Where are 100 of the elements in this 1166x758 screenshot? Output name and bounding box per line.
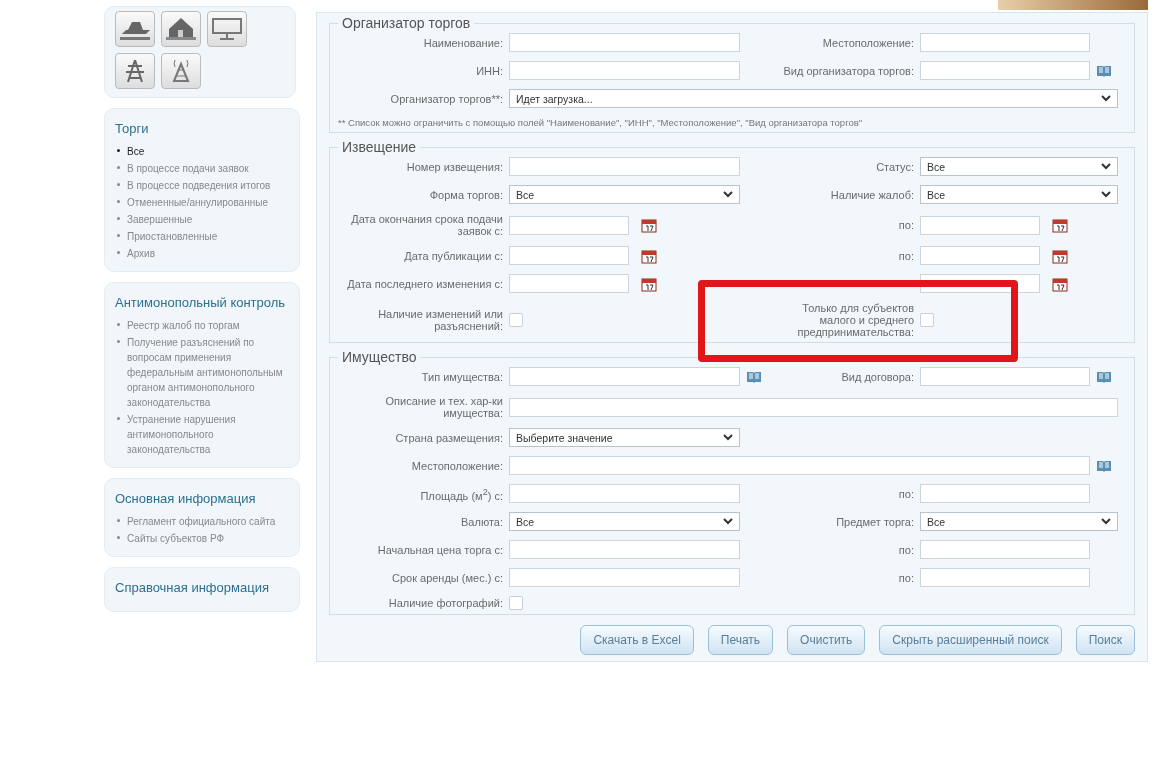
dropdown[interactable]: Все: [920, 157, 1118, 176]
dropdown[interactable]: Выберите значение: [509, 428, 740, 447]
section-heading: Основная информация: [115, 491, 257, 506]
sidebar-link[interactable]: Реестр жалоб по торгам: [127, 318, 289, 333]
field-label: по:: [897, 249, 914, 262]
chevron-down-icon: [723, 518, 733, 525]
sidebar-link[interactable]: Все: [127, 144, 289, 159]
sidebar-link[interactable]: Сайты субъектов РФ: [127, 531, 289, 546]
field-label: Предмет торга:: [835, 515, 914, 528]
dropdown[interactable]: Все: [920, 185, 1118, 204]
date-field[interactable]: [509, 274, 629, 293]
text-field[interactable]: [920, 61, 1090, 80]
dropdown-value: Идет загрузка...: [516, 92, 593, 105]
form-button[interactable]: Печать: [707, 625, 774, 655]
date-field[interactable]: [509, 246, 629, 265]
bullet-icon: [117, 149, 120, 152]
sidebar-link[interactable]: Устранение нарушения антимонопольного законодательства: [127, 412, 289, 457]
category-button[interactable]: [115, 11, 155, 47]
sidebar-link[interactable]: Приостановленные: [127, 229, 289, 244]
checkbox[interactable]: [509, 596, 523, 610]
calendar-icon[interactable]: [641, 247, 657, 264]
form-button[interactable]: Очистить: [787, 625, 866, 655]
dropdown-value: Все: [516, 188, 535, 201]
form-button[interactable]: Скрыть расширенный поиск: [879, 625, 1062, 655]
dropdown[interactable]: Все: [509, 512, 740, 531]
chevron-down-icon: [723, 434, 733, 441]
text-field[interactable]: [509, 61, 740, 80]
bullet-icon: [117, 166, 120, 169]
sidebar-link[interactable]: Отмененные/аннулированные: [127, 195, 289, 210]
bullet-icon: [117, 340, 120, 343]
calendar-icon[interactable]: [641, 217, 657, 233]
chevron-down-icon: [1101, 95, 1111, 102]
field-label: Вид организатора торгов:: [782, 64, 914, 77]
dropdown-value: Все: [927, 160, 946, 173]
field-label: Дата публикации с:: [403, 249, 503, 262]
field-label: Вид договора:: [840, 370, 914, 383]
form-button[interactable]: Скачать в Excel: [580, 625, 694, 655]
section-heading: Торги: [115, 121, 150, 136]
field-label: Номер извещения:: [405, 160, 503, 173]
sidebar-link[interactable]: Регламент официального сайта: [127, 514, 289, 529]
category-button[interactable]: [207, 11, 247, 47]
sidebar-link[interactable]: В процессе подачи заявок: [127, 161, 289, 176]
chevron-down-icon: [1101, 191, 1111, 198]
dropdown[interactable]: Все: [509, 185, 740, 204]
date-field[interactable]: [920, 246, 1040, 265]
text-field[interactable]: [509, 484, 740, 503]
sidebar-link[interactable]: Получение разъяснений по вопросам применения федеральным антимонопольным органом антимонопольного законодательства: [127, 335, 289, 410]
field-label: по:: [897, 571, 914, 584]
bullet-icon: [117, 200, 120, 203]
text-field[interactable]: [920, 484, 1090, 503]
text-field[interactable]: [509, 33, 740, 52]
dropdown[interactable]: Идет загрузка...: [509, 89, 1118, 108]
checkbox[interactable]: [509, 313, 523, 327]
field-label: Местоположение:: [410, 459, 503, 472]
bullet-icon: [117, 217, 120, 220]
text-field[interactable]: [509, 157, 740, 176]
calendar-icon[interactable]: [1052, 217, 1068, 233]
field-label: Описание и тех. хар-ки имущества:: [384, 395, 503, 419]
dropdown-value: Все: [927, 515, 946, 528]
category-button[interactable]: [161, 11, 201, 47]
text-field[interactable]: [509, 397, 1118, 417]
field-label: Форма торгов:: [428, 188, 503, 201]
sidebar-link[interactable]: Архив: [127, 246, 289, 261]
field-label: Срок аренды (мес.) с:: [390, 571, 503, 584]
section-legend: Имущество: [338, 349, 421, 365]
date-field[interactable]: [509, 215, 629, 235]
date-field[interactable]: [920, 215, 1040, 235]
text-field[interactable]: [509, 367, 740, 386]
field-label: Статус:: [875, 160, 914, 173]
form-button[interactable]: Поиск: [1075, 625, 1135, 655]
text-field[interactable]: [920, 540, 1090, 559]
bullet-icon: [117, 323, 120, 326]
text-field[interactable]: [920, 33, 1090, 52]
section-legend: Организатор торгов: [338, 15, 475, 31]
section-heading: Справочная информация: [115, 580, 270, 595]
text-field[interactable]: [509, 568, 740, 587]
dropdown-value: Все: [516, 515, 535, 528]
category-button[interactable]: [115, 53, 155, 89]
text-field[interactable]: [920, 568, 1090, 587]
category-button[interactable]: [161, 53, 201, 89]
calendar-icon[interactable]: [641, 275, 657, 292]
field-label: Наличие жалоб:: [829, 188, 914, 201]
chevron-down-icon: [723, 191, 733, 198]
dropdown[interactable]: Все: [920, 512, 1118, 531]
text-field[interactable]: [920, 367, 1090, 386]
field-label: Организатор торгов**:: [389, 92, 503, 105]
field-label: Тип имущества:: [420, 370, 503, 383]
text-field[interactable]: [509, 456, 1090, 475]
calendar-icon[interactable]: [1052, 275, 1068, 292]
sidebar-link[interactable]: Завершенные: [127, 212, 289, 227]
field-label: Начальная цена торга с:: [376, 543, 503, 556]
field-label: Наименование:: [422, 36, 503, 49]
checkbox[interactable]: [920, 313, 934, 327]
dropdown-value: Все: [927, 188, 946, 201]
sidebar-link[interactable]: В процессе подведения итогов: [127, 178, 289, 193]
text-field[interactable]: [509, 540, 740, 559]
field-label: по:: [897, 219, 914, 231]
field-label: по:: [897, 543, 914, 556]
calendar-icon[interactable]: [1052, 247, 1068, 264]
field-label: Страна размещения:: [394, 431, 503, 444]
